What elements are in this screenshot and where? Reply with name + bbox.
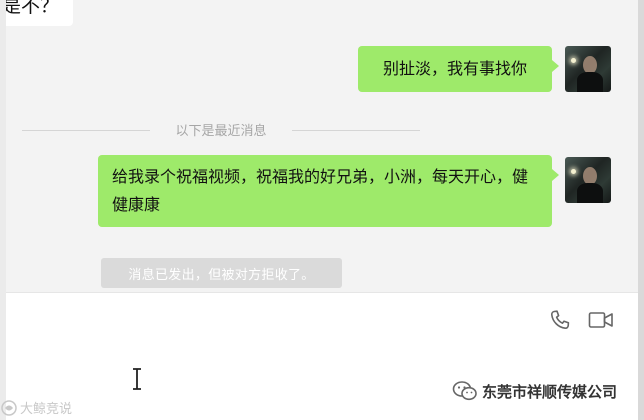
window-edge-left xyxy=(0,0,6,420)
message-list[interactable]: 是不？ 别扯淡，我有事找你 以下是最近消息 给我录个祝福视频，祝福我的好兄弟，小… xyxy=(0,0,644,292)
divider-line-right xyxy=(292,130,420,131)
wechat-logo-icon xyxy=(452,381,477,401)
incoming-message-bubble: 是不？ xyxy=(0,0,74,26)
message-text: 给我录个祝福视频，祝福我的好兄弟，小洲，每天开心，健健康康 xyxy=(112,167,529,214)
video-call-icon[interactable] xyxy=(588,308,614,336)
outgoing-message-bubble[interactable]: 别扯淡，我有事找你 xyxy=(358,46,559,92)
watermark-right: 东莞市祥顺传媒公司 xyxy=(452,380,617,402)
message-rejected-notice: 消息已发出，但被对方拒收了。 xyxy=(101,258,342,288)
self-avatar[interactable] xyxy=(565,157,611,203)
text-cursor-icon xyxy=(130,368,144,390)
watermark-logo-icon xyxy=(1,399,17,416)
phone-icon[interactable] xyxy=(548,308,572,336)
watermark-left: 大鲸竞说 xyxy=(0,398,72,417)
outgoing-message-bubble[interactable]: 给我录个祝福视频，祝福我的好兄弟，小洲，每天开心，健健康康 xyxy=(98,155,559,227)
divider-line-left xyxy=(22,130,150,131)
message-text: 是不？ xyxy=(2,0,60,17)
window-edge-right xyxy=(638,0,644,420)
watermark-right-text: 东莞市祥顺传媒公司 xyxy=(482,382,618,401)
watermark-left-text: 大鲸竞说 xyxy=(20,402,73,417)
chat-window: 是不？ 别扯淡，我有事找你 以下是最近消息 给我录个祝福视频，祝福我的好兄弟，小… xyxy=(0,0,644,420)
recent-messages-divider: 以下是最近消息 xyxy=(175,124,267,139)
message-text: 别扯淡，我有事找你 xyxy=(382,59,527,78)
self-avatar[interactable] xyxy=(565,46,611,92)
